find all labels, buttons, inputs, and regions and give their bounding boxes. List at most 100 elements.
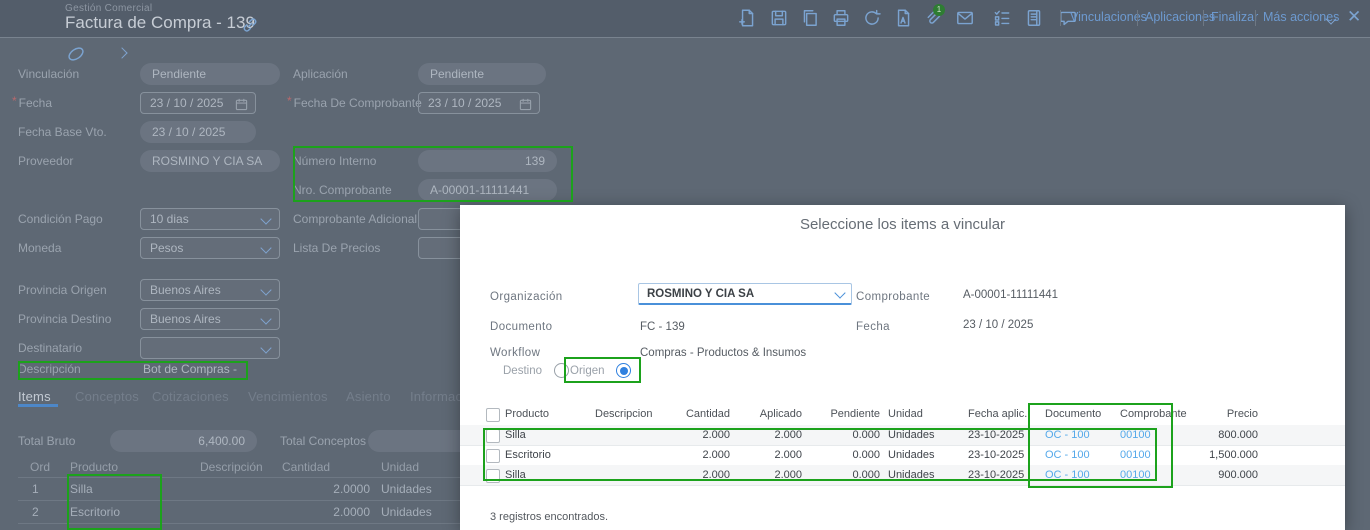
modal-table-row[interactable]: Silla 2.000 2.000 0.000 Unidades 23-10-2… — [460, 425, 1345, 446]
table-row[interactable]: 1 Silla 2.0000 Unidades — [18, 477, 460, 501]
moneda-select[interactable]: Pesos — [140, 237, 280, 259]
field-label: Condición Pago — [18, 212, 103, 226]
destinatario-select[interactable] — [140, 337, 280, 359]
condicion-pago-select[interactable]: 10 dias — [140, 208, 280, 230]
loop-icon[interactable] — [66, 44, 86, 64]
field-label: Descripción — [18, 362, 81, 376]
chevron-down-icon — [260, 213, 272, 225]
field-label: Documento — [490, 321, 553, 333]
field-label: Destinatario — [18, 341, 83, 355]
documento-link[interactable]: OC - 100 — [1045, 445, 1090, 465]
workflow-value: Compras - Productos & Insumos — [640, 347, 807, 359]
modal-table-header: Producto Descripcion Cantidad Aplicado P… — [460, 403, 1345, 426]
separator — [1255, 10, 1256, 26]
attachments-icon[interactable]: 1 — [922, 4, 945, 28]
modal-title: Seleccione los items a vincular — [799, 216, 1006, 233]
aplicacion-status: Pendiente — [418, 63, 546, 85]
documento-value: FC - 139 — [640, 321, 685, 333]
field-label: Provincia Origen — [18, 283, 107, 297]
checklist-icon[interactable] — [992, 8, 1012, 28]
fecha-comprobante-input[interactable]: 23 / 10 / 2025 — [418, 92, 540, 114]
active-tab-underline — [18, 404, 58, 407]
chevron-down-icon — [834, 287, 846, 299]
numero-interno-field: 139 — [418, 150, 557, 172]
tab-vencimientos[interactable]: Vencimientos — [248, 388, 328, 405]
documento-link[interactable]: OC - 100 — [1045, 425, 1090, 445]
tab-conceptos[interactable]: Conceptos — [75, 388, 139, 405]
link-icon[interactable] — [240, 15, 260, 35]
separator — [1060, 10, 1061, 26]
documento-link[interactable]: OC - 100 — [1045, 465, 1090, 485]
new-document-icon[interactable] — [737, 8, 757, 28]
field-label: Fecha — [856, 321, 890, 333]
comprobante-link[interactable]: 00100 — [1120, 425, 1151, 445]
comprobante-link[interactable]: 00100 — [1120, 445, 1151, 465]
row-checkbox[interactable] — [486, 449, 500, 463]
select-all-checkbox[interactable] — [486, 408, 500, 422]
row-checkbox[interactable] — [486, 429, 500, 443]
table-row[interactable] — [18, 523, 460, 530]
field-label: Fecha De Comprobante — [287, 92, 422, 114]
comprobante-link[interactable]: 00100 — [1120, 465, 1151, 485]
descripcion-field[interactable]: Bot de Compras - — [143, 360, 237, 379]
fecha-value: 23 / 10 / 2025 — [963, 319, 1034, 331]
field-label: Workflow — [490, 347, 541, 359]
table-row[interactable]: 2 Escritorio 2.0000 Unidades — [18, 500, 460, 524]
column-header: Cantidad — [282, 460, 331, 474]
organizacion-select[interactable]: ROSMINO Y CIA SA — [638, 283, 852, 305]
provincia-origen-select[interactable]: Buenos Aires — [140, 279, 280, 301]
fecha-input[interactable]: 23 / 10 / 2025 — [140, 92, 256, 114]
field-label: Organización — [490, 291, 563, 303]
field-label: Provincia Destino — [18, 312, 112, 326]
tab-asiento[interactable]: Asiento — [346, 388, 391, 405]
save-icon[interactable] — [769, 8, 789, 28]
screen: Gestión Comercial Factura de Compra - 13… — [0, 0, 1370, 530]
fecha-base-vto-field: 23 / 10 / 2025 — [140, 121, 256, 143]
column-header: Ord — [30, 460, 51, 474]
print-icon[interactable] — [831, 8, 851, 28]
nro-comprobante-field: A-00001-11111441 — [418, 179, 557, 201]
destino-radio-label: Destino — [503, 365, 542, 377]
copy-icon[interactable] — [800, 8, 820, 28]
vinculacion-status: Pendiente — [140, 63, 280, 85]
field-label: Moneda — [18, 241, 62, 255]
document-log-icon[interactable] — [1024, 8, 1044, 28]
finalizar-button[interactable]: Finalizar — [1211, 10, 1258, 24]
field-label: Proveedor — [18, 154, 74, 168]
export-pdf-icon[interactable] — [893, 8, 913, 28]
aplicaciones-button[interactable]: Aplicaciones — [1145, 10, 1215, 24]
field-label: Fecha — [12, 92, 52, 114]
records-found-text: 3 registros encontrados. — [490, 511, 609, 523]
chevron-down-icon — [260, 284, 272, 296]
history-icon[interactable] — [862, 8, 882, 28]
origen-radio-label: Origen — [570, 365, 605, 377]
origen-radio[interactable] — [616, 363, 631, 378]
total-bruto-label: Total Bruto — [18, 434, 76, 448]
field-label: Nro. Comprobante — [293, 183, 392, 197]
link-items-modal: Seleccione los items a vincular Organiza… — [460, 205, 1345, 530]
field-label: Comprobante Adicional — [293, 212, 418, 226]
field-label: Fecha Base Vto. — [18, 125, 107, 139]
calendar-icon[interactable] — [235, 97, 248, 111]
field-label: Vinculación — [18, 67, 80, 81]
modal-table-row[interactable]: Escritorio 2.000 2.000 0.000 Unidades 23… — [460, 445, 1345, 466]
vinculaciones-button[interactable]: Vinculaciones — [1070, 10, 1147, 24]
tab-cotizaciones[interactable]: Cotizaciones — [152, 388, 229, 405]
close-icon[interactable]: ✕ — [1347, 7, 1361, 27]
calendar-icon[interactable] — [519, 97, 532, 111]
column-header: Descripción — [200, 460, 263, 474]
tab-items[interactable]: Items — [18, 388, 51, 405]
destino-radio[interactable] — [554, 363, 569, 378]
separator — [1203, 10, 1204, 26]
provincia-destino-select[interactable]: Buenos Aires — [140, 308, 280, 330]
app-header: Gestión Comercial Factura de Compra - 13… — [0, 0, 1370, 38]
modal-table-row[interactable]: Silla 2.000 2.000 0.000 Unidades 23-10-2… — [460, 465, 1345, 486]
chevron-right-icon[interactable] — [116, 47, 128, 59]
row-checkbox[interactable] — [486, 469, 500, 483]
proveedor-field: ROSMINO Y CIA SA — [140, 150, 280, 172]
page-title: Factura de Compra - 139 — [65, 13, 255, 32]
email-icon[interactable] — [955, 8, 975, 28]
field-label: Número Interno — [293, 154, 377, 168]
chevron-down-icon — [260, 242, 272, 254]
total-conceptos-label: Total Conceptos — [280, 434, 367, 448]
